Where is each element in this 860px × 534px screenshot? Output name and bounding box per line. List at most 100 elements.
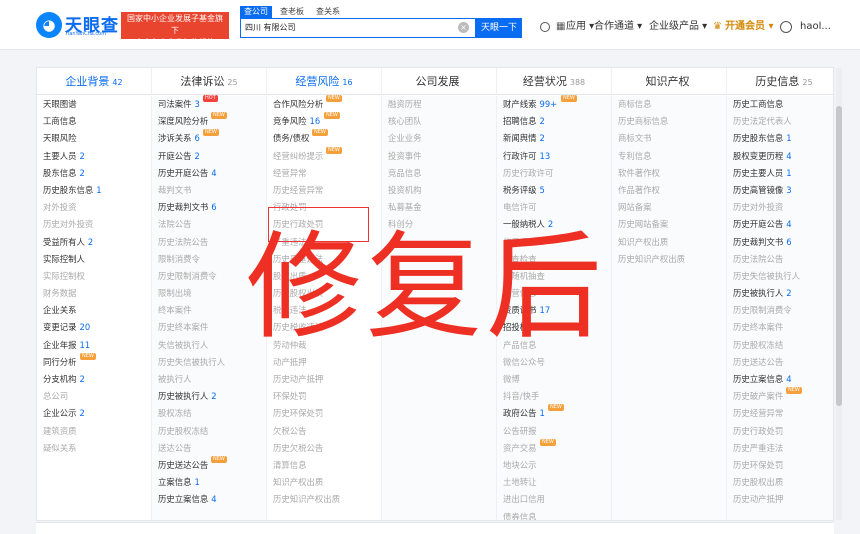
feature-item[interactable]: 招投标 8	[497, 319, 611, 336]
feature-item[interactable]: 双随机抽查	[497, 268, 611, 285]
feature-item[interactable]: 抖音/快手	[497, 388, 611, 405]
feature-item[interactable]: 历史高管镜像 3	[727, 182, 833, 199]
feature-item[interactable]: 历史终本案件	[727, 319, 833, 336]
category-header[interactable]: 经营风险 16	[267, 68, 382, 95]
feature-item[interactable]: 实际控制人	[37, 251, 151, 268]
feature-item[interactable]: 知识产权出质	[612, 234, 726, 251]
feature-item[interactable]: 股权出质	[267, 268, 381, 285]
feature-item[interactable]: 政府公告 1 NEW	[497, 404, 611, 422]
feature-item[interactable]: 历史立案信息 4	[152, 491, 266, 508]
feature-item[interactable]: 变更记录 20	[37, 319, 151, 336]
feature-item[interactable]: 对外投资	[37, 199, 151, 216]
feature-item[interactable]: 天眼图谱	[37, 96, 151, 113]
feature-item[interactable]: 投资机构	[382, 182, 496, 199]
feature-item[interactable]: 历史被执行人 2	[152, 388, 266, 405]
feature-item[interactable]: 资质证书 17	[497, 302, 611, 319]
feature-item[interactable]: 科创分	[382, 216, 496, 233]
feature-item[interactable]: 电信许可	[497, 199, 611, 216]
feature-item[interactable]: 历史对外投资	[37, 216, 151, 233]
feature-item[interactable]: 地块公示	[497, 457, 611, 474]
nav-user[interactable]: haol...	[800, 20, 831, 34]
feature-item[interactable]: 产品信息	[497, 337, 611, 354]
feature-item[interactable]: 企业业务	[382, 130, 496, 147]
feature-item[interactable]: 历史网站备案	[612, 216, 726, 233]
feature-item[interactable]: 进出口信用	[497, 491, 611, 508]
feature-item[interactable]: 企业年报 11	[37, 337, 151, 354]
tianyancha-logo-icon[interactable]: ◕	[36, 12, 62, 38]
feature-item[interactable]: 知识产权出质	[267, 474, 381, 491]
feature-item[interactable]: 历史法院公告	[152, 234, 266, 251]
feature-item[interactable]: 历史知识产权出质	[612, 251, 726, 268]
feature-item[interactable]: 天眼风险	[37, 130, 151, 147]
feature-item[interactable]: 历史经营异常	[727, 405, 833, 422]
feature-item[interactable]: 历史环保处罚	[267, 405, 381, 422]
feature-item[interactable]: 工商信息	[37, 113, 151, 130]
search-tab-relation[interactable]: 查关系	[312, 6, 344, 18]
feature-item[interactable]: 分支机构 2	[37, 371, 151, 388]
feature-item[interactable]: 历史股权出质	[267, 285, 381, 302]
search-tab-boss[interactable]: 查老板	[276, 6, 308, 18]
search-tab-company[interactable]: 查公司	[240, 6, 272, 18]
feature-item[interactable]: 专利信息	[612, 148, 726, 165]
feature-item[interactable]: 历史行政处罚	[727, 423, 833, 440]
feature-item[interactable]: 清算信息	[267, 457, 381, 474]
feature-item[interactable]: 历史欠税公告	[267, 440, 381, 457]
feature-item[interactable]: 历史限制消费令	[727, 302, 833, 319]
category-header[interactable]: 历史信息 25	[727, 68, 833, 95]
feature-item[interactable]: 历史经营异常	[267, 182, 381, 199]
feature-item[interactable]: 财产线索 99+ NEW	[497, 95, 611, 113]
feature-item[interactable]: 经营纠纷提示 NEW	[267, 146, 381, 165]
feature-item[interactable]: 限制消费令	[152, 251, 266, 268]
feature-item[interactable]: 司法案件 3 HOT	[152, 95, 266, 113]
feature-item[interactable]: 历史环保处罚	[727, 457, 833, 474]
feature-item[interactable]: 历史股东信息 1	[37, 182, 151, 199]
feature-item[interactable]: 历史动产抵押	[267, 371, 381, 388]
feature-item[interactable]: 历史股东信息 1	[727, 130, 833, 147]
feature-item[interactable]: 历史严重违法	[267, 251, 381, 268]
feature-item[interactable]: 欠税公告	[267, 423, 381, 440]
feature-item[interactable]: 历史失信被执行人	[727, 268, 833, 285]
nav-apps[interactable]: 应用 ▾	[566, 20, 594, 34]
feature-item[interactable]: 历史法院公告	[727, 251, 833, 268]
notification-bell-icon[interactable]	[540, 22, 550, 32]
feature-item[interactable]: 税收违法	[267, 302, 381, 319]
feature-item[interactable]: 历史主要人员 1	[727, 165, 833, 182]
feature-item[interactable]: 历史终本案件	[152, 319, 266, 336]
feature-item[interactable]: 私募基金	[382, 199, 496, 216]
feature-item[interactable]: 送达公告	[152, 440, 266, 457]
feature-item[interactable]: 历史对外投资	[727, 199, 833, 216]
search-input[interactable]: 四川 有限公司	[240, 18, 476, 38]
feature-item[interactable]: 新闻舆情 2	[497, 130, 611, 147]
feature-item[interactable]: 债务/债权 NEW	[267, 129, 381, 147]
feature-item[interactable]: 失信被执行人	[152, 337, 266, 354]
category-header[interactable]: 公司发展	[382, 68, 497, 95]
feature-item[interactable]: 终本案件	[152, 302, 266, 319]
feature-item[interactable]: 历史商标信息	[612, 113, 726, 130]
category-header[interactable]: 经营状况 388	[497, 68, 612, 95]
feature-item[interactable]: 网站备案	[612, 199, 726, 216]
feature-item[interactable]: 疑似关系	[37, 440, 151, 457]
feature-item[interactable]: 历史工商信息	[727, 96, 833, 113]
feature-item[interactable]: 总公司	[37, 388, 151, 405]
feature-item[interactable]: 投资事件	[382, 148, 496, 165]
feature-item[interactable]: 行政许可 13	[497, 148, 611, 165]
feature-item[interactable]: 股权变更历程 4	[727, 148, 833, 165]
feature-item[interactable]: 同行分析 NEW	[37, 352, 151, 371]
feature-item[interactable]: 限制出境	[152, 285, 266, 302]
feature-item[interactable]: 企业关系	[37, 302, 151, 319]
feature-item[interactable]: 历史破产案件 NEW	[727, 387, 833, 405]
feature-item[interactable]: 作品著作权	[612, 182, 726, 199]
feature-item[interactable]: 历史法定代表人	[727, 113, 833, 130]
feature-item[interactable]: 竞争风险 16 NEW	[267, 112, 381, 130]
feature-item[interactable]: 核心团队	[382, 113, 496, 130]
feature-item[interactable]: 历史股权冻结	[152, 423, 266, 440]
feature-item[interactable]: 历史开庭公告 4	[727, 216, 833, 233]
feature-item[interactable]: 深度风险分析 NEW	[152, 112, 266, 130]
feature-item[interactable]: 商标信息	[612, 96, 726, 113]
feature-item[interactable]: 经营信息	[497, 285, 611, 302]
nav-cooperation[interactable]: 合作通道 ▾	[594, 20, 642, 34]
feature-item[interactable]: 历史送达公告	[727, 354, 833, 371]
feature-item[interactable]: 涉诉关系 6 NEW	[152, 129, 266, 147]
feature-item[interactable]: 历史知识产权出质	[267, 491, 381, 508]
nav-vip[interactable]: 开通会员 ▾	[725, 20, 774, 34]
